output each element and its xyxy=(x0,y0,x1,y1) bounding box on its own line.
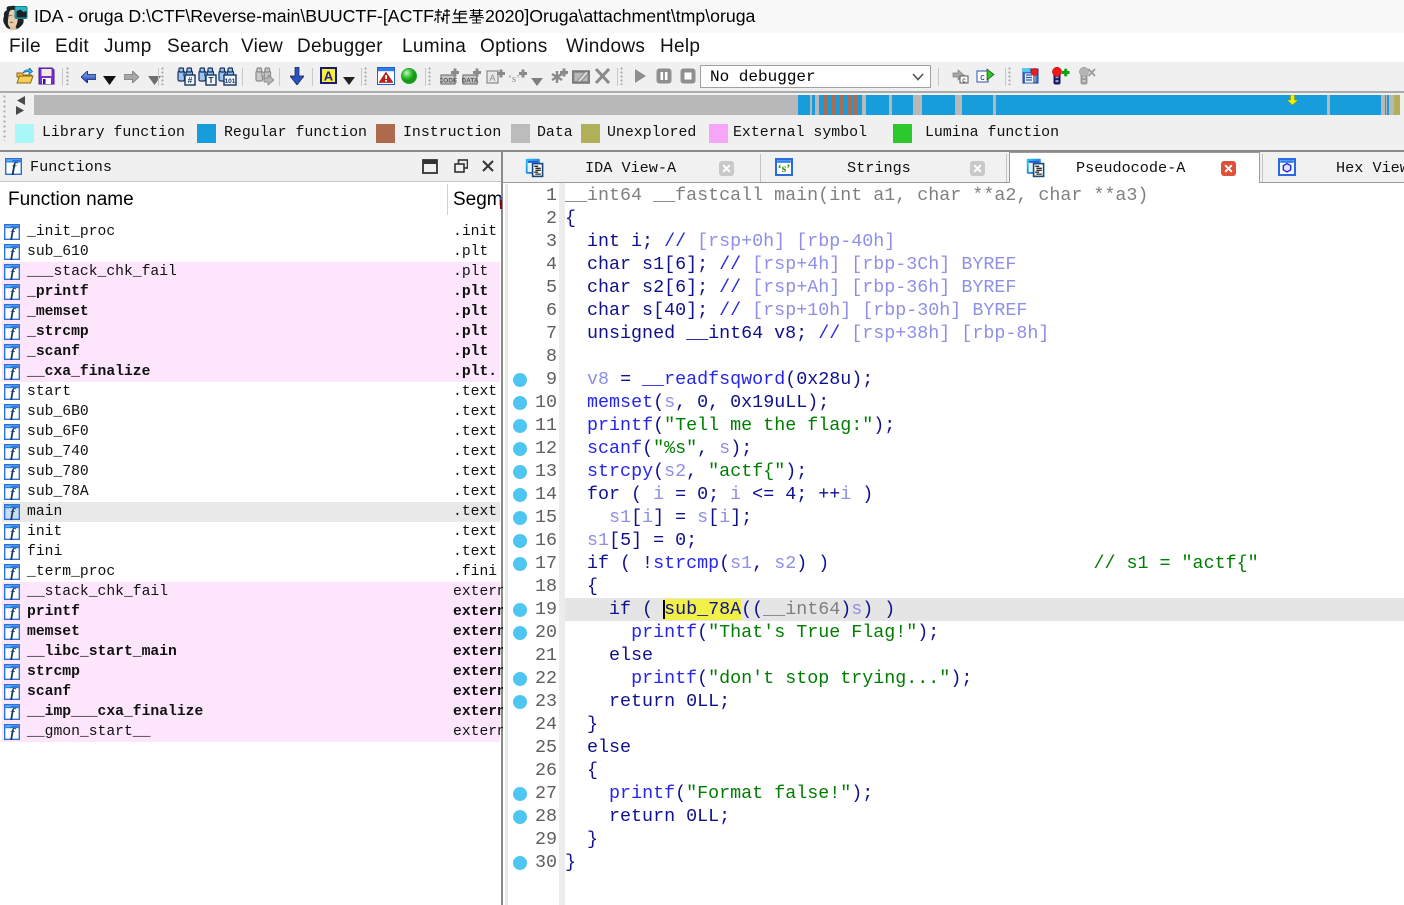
svg-text:DATA: DATA xyxy=(462,78,479,85)
svg-text:A: A xyxy=(324,69,334,84)
svg-text:‘s’: ‘s’ xyxy=(508,73,520,85)
svg-text:A: A xyxy=(489,73,495,83)
svg-text:#: # xyxy=(188,75,193,85)
svg-text:CODE: CODE xyxy=(440,78,458,85)
svg-text:T: T xyxy=(208,75,214,85)
svg-text:c: c xyxy=(980,72,985,82)
svg-text:101: 101 xyxy=(225,78,236,85)
svg-text:‘s’: ‘s’ xyxy=(778,161,791,175)
svg-text:c: c xyxy=(962,77,966,84)
